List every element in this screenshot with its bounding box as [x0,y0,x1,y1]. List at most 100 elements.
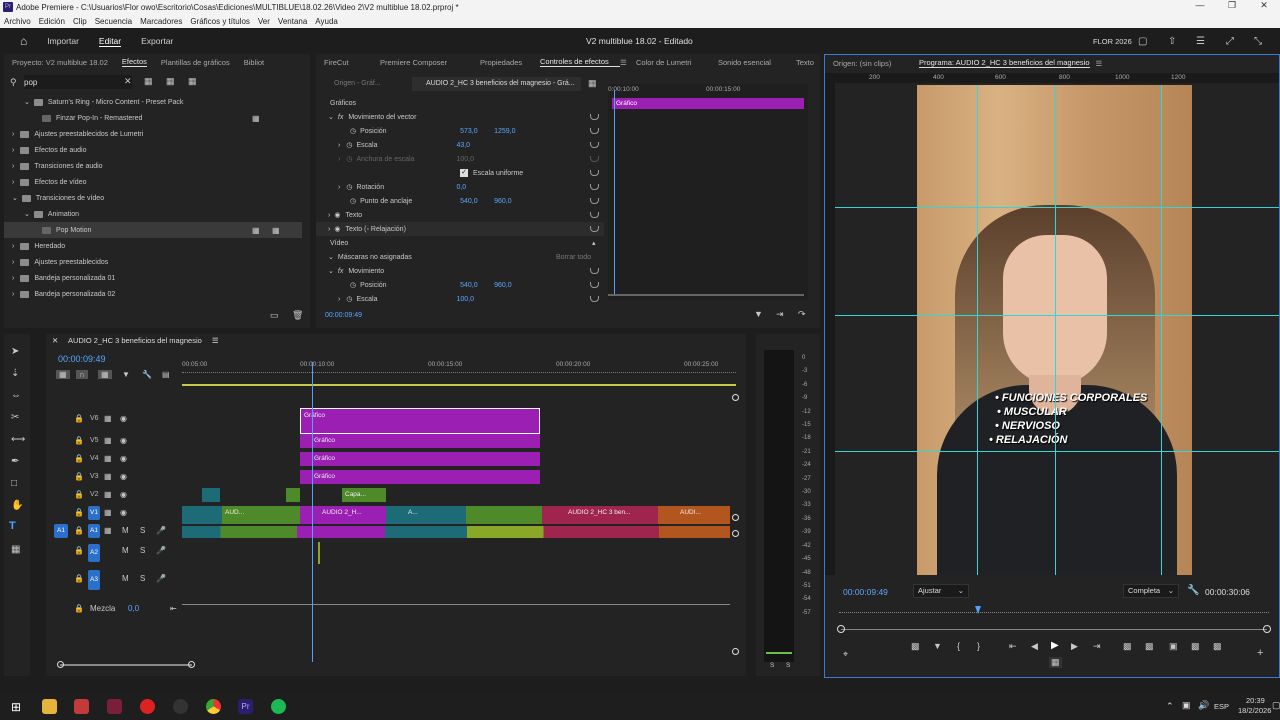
sync-icon[interactable]: ▦ [104,414,112,423]
reset-icon[interactable] [590,296,599,302]
list-item[interactable]: › Bandeja personalizada 02 [4,286,302,302]
clock-time[interactable]: 20:39 [1246,696,1265,705]
program-timecode[interactable]: 00:00:09:49 [843,587,888,597]
selection-tool-icon[interactable]: ➤ [11,346,19,357]
minimize-button[interactable]: — [1184,0,1216,11]
sequence-tab[interactable]: ✕ AUDIO 2_HC 3 beneficios del magnesio ☰ [52,336,219,348]
camera-icon[interactable]: ▣ [1169,641,1178,652]
tab-texto[interactable]: Texto [796,58,814,67]
scroll-handle-right[interactable] [188,661,195,668]
close-sequence-icon[interactable]: ✕ [52,336,58,345]
lock-icon[interactable]: 🔒 [74,454,84,463]
delete-icon[interactable]: 🗑 [292,310,303,321]
tab-controles-efectos[interactable]: Controles de efectos [540,57,620,67]
mix-jump-icon[interactable]: ⇤ [170,604,177,613]
graphic-clip-v4[interactable]: Gráfico [300,452,540,466]
pen-icon[interactable]: ✒ [11,456,19,467]
reset-icon[interactable] [590,128,599,134]
share-effect-icon[interactable]: ↷ [798,309,806,320]
yuv-filter-icon[interactable]: ▦ [188,76,197,87]
captions-icon[interactable]: ▤ [162,370,170,379]
fit-select[interactable]: Ajustar ⌄ [913,584,969,598]
slip-icon[interactable]: ⟷ [11,434,25,445]
filter-icon[interactable]: ▼ [754,309,763,319]
stopwatch-icon[interactable]: ◷ [346,295,352,303]
video-clip-v1-a[interactable] [182,506,222,524]
motion-row[interactable]: ⌄ fx Movimiento [316,264,604,278]
list-item[interactable]: › Bandeja personalizada 01 [4,270,302,286]
restore-button[interactable]: ❐ [1216,0,1248,11]
settings-wrench-icon[interactable]: 🔧 [142,370,152,379]
text-layer-2[interactable]: › ◉ Texto (◦ Relajación) [316,222,604,236]
zoom-handle-left[interactable] [837,625,845,633]
sync-icon[interactable]: ▦ [104,526,112,535]
list-item[interactable]: › Ajustes preestablecidos de Lumetri [4,126,302,142]
reset-icon[interactable] [590,268,599,274]
menu-ayuda[interactable]: Ayuda [315,17,338,26]
mix-value[interactable]: 0,0 [128,604,139,613]
tab-editar[interactable]: Editar [98,36,122,47]
accelerated-filter-icon[interactable]: ▦ [144,76,153,87]
a1-track-target[interactable]: A1 [88,524,100,538]
menu-secuencia[interactable]: Secuencia [95,17,132,26]
overwrite-icon[interactable]: ▩ [1145,641,1154,652]
rotation-row[interactable]: › ◷ Rotación 0,0 [316,180,604,194]
menu-graficos[interactable]: Gráficos y títulos [190,17,250,26]
masks-row[interactable]: ⌄ Máscaras no asignadas Borrar todo [316,250,604,264]
network-icon[interactable]: ▣ [1182,700,1191,711]
menu-ventana[interactable]: Ventana [278,17,307,26]
tab-premiere-composer[interactable]: Premiere Composer [374,58,480,67]
v1-source-patch[interactable]: V1 [88,506,100,520]
snap-icon[interactable]: ∩ [76,370,88,379]
a1-source-patch[interactable]: A1 [54,524,68,538]
v-scroll-mid2[interactable] [732,530,739,537]
eye-icon[interactable]: ◉ [120,472,127,481]
lock-icon[interactable]: 🔒 [74,574,84,583]
compare-icon[interactable]: ▩ [1191,641,1200,652]
graphic-clip-v6[interactable]: Gráfico [300,408,540,434]
eye-icon[interactable]: ◉ [120,490,127,499]
list-item[interactable]: › Heredado [4,238,302,254]
quality-select[interactable]: Completa ⌄ [1123,584,1179,598]
new-bin-icon[interactable]: ▭ [270,310,279,321]
reset-icon[interactable] [590,114,599,120]
v-scroll-bottom[interactable] [732,648,739,655]
fullscreen-icon[interactable]: ▢ [1138,36,1147,47]
tab-exportar[interactable]: Exportar [141,36,173,46]
timeline-playhead[interactable] [312,362,313,662]
list-item[interactable]: › Transiciones de audio [4,158,302,174]
lock-icon[interactable]: 🔒 [74,472,84,481]
voice-app-icon[interactable] [74,699,89,714]
ripple-edit-icon[interactable]: ⇔ [11,390,21,401]
eye-icon[interactable]: ◉ [120,414,127,423]
tab-sonido-esencial[interactable]: Sonido esencial [718,58,796,67]
tab-origen[interactable]: Origen: (sin clips) [833,59,919,68]
rectangle-icon[interactable]: □ [11,478,17,489]
reset-icon[interactable] [590,226,599,232]
home-icon[interactable]: ⌂ [20,34,27,48]
lock-icon[interactable]: 🔒 [74,604,84,613]
list-item[interactable]: Finzar Pop-In - Remastered ▦ [4,110,302,126]
capcut-icon[interactable] [173,699,188,714]
scale-row[interactable]: › ◷ Escala 43,0 [316,138,604,152]
caption-clip-v2[interactable]: Capa... [342,488,386,502]
video-clip-v1-d[interactable]: A... [386,506,466,524]
menu-edicion[interactable]: Edición [39,17,65,26]
video-clip-v1-f[interactable]: AUDIO 2_HC 3 ben... [542,506,658,524]
menu-lines-icon[interactable]: ☰ [1196,36,1205,47]
clear-all-button[interactable]: Borrar todo [556,254,591,261]
timeline-timecode[interactable]: 00:00:09:49 [58,354,106,364]
chrome-icon[interactable] [206,699,221,714]
sync-icon[interactable]: ▦ [104,490,112,499]
clips-area[interactable]: Gráfico Gráfico Gráfico Gráfico Capa... … [182,362,736,666]
timeline-h-scrollbar[interactable] [60,664,192,666]
graphic-clip-v5[interactable]: Gráfico [300,434,540,448]
type-tool-icon[interactable]: T [9,520,16,532]
tab-proyecto[interactable]: Proyecto: V2 multiblue 18.02 [12,58,108,67]
toggle-timeline-icon[interactable]: ▦ [588,78,597,89]
video-clip-v1-b[interactable]: AUD... [222,506,300,524]
tab-biblioteca[interactable]: Bibliot [244,58,264,67]
video-clip-teal[interactable] [202,488,220,502]
program-menu-icon[interactable]: ☰ [1096,59,1103,68]
lift-icon[interactable]: ▩ [1123,641,1132,652]
